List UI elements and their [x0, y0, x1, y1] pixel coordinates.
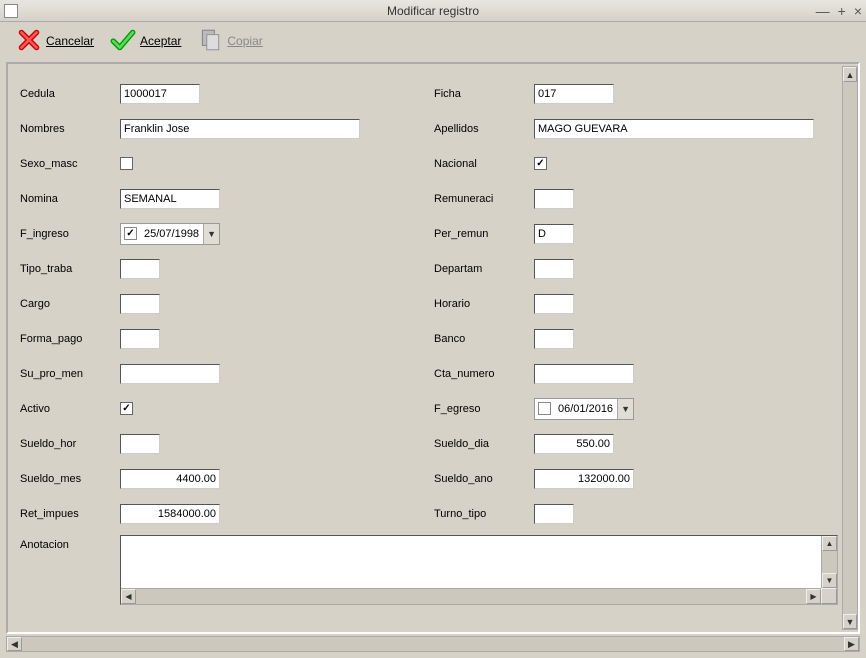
- activo-label: Activo: [20, 403, 120, 415]
- textarea-horizontal-scrollbar[interactable]: ◀ ▶: [121, 588, 837, 604]
- tipo-traba-input[interactable]: [120, 259, 160, 279]
- f-egreso-label: F_egreso: [434, 403, 534, 415]
- sueldo-ano-input[interactable]: [534, 469, 634, 489]
- apellidos-input[interactable]: [534, 119, 814, 139]
- cargo-input[interactable]: [120, 294, 160, 314]
- copy-icon: [197, 27, 223, 56]
- f-egreso-field[interactable]: 06/01/2016 ▼: [534, 398, 634, 420]
- su-pro-men-input[interactable]: [120, 364, 220, 384]
- scroll-down-icon[interactable]: ▼: [843, 614, 857, 629]
- textarea-vertical-scrollbar[interactable]: ▲ ▼: [821, 536, 837, 588]
- chevron-down-icon[interactable]: ▼: [203, 224, 219, 244]
- ficha-input[interactable]: [534, 84, 614, 104]
- forma-pago-input[interactable]: [120, 329, 160, 349]
- anotacion-textarea-wrap: ▲ ▼ ◀ ▶: [120, 535, 838, 605]
- copy-label: Copiar: [227, 34, 262, 48]
- horario-label: Horario: [434, 298, 534, 310]
- sueldo-ano-label: Sueldo_ano: [434, 473, 534, 485]
- close-button[interactable]: ×: [854, 3, 862, 19]
- panel-vertical-scrollbar[interactable]: ▲ ▼: [842, 66, 858, 630]
- anotacion-label: Anotacion: [20, 535, 120, 605]
- anotacion-textarea[interactable]: [122, 537, 820, 587]
- f-ingreso-label: F_ingreso: [20, 228, 120, 240]
- window-title: Modificar registro: [0, 4, 866, 18]
- nombres-label: Nombres: [20, 123, 120, 135]
- cargo-label: Cargo: [20, 298, 120, 310]
- scroll-track[interactable]: [22, 637, 844, 651]
- scroll-right-icon[interactable]: ▶: [806, 589, 821, 604]
- per-remun-input[interactable]: [534, 224, 574, 244]
- turno-tipo-input[interactable]: [534, 504, 574, 524]
- f-ingreso-enable-checkbox[interactable]: [124, 227, 137, 240]
- copy-button[interactable]: Copiar: [191, 25, 268, 58]
- ficha-label: Ficha: [434, 88, 534, 100]
- cta-numero-label: Cta_numero: [434, 368, 534, 380]
- toolbar: Cancelar Aceptar Copiar: [0, 22, 866, 60]
- turno-tipo-label: Turno_tipo: [434, 508, 534, 520]
- cancel-icon: [16, 27, 42, 56]
- cancel-button[interactable]: Cancelar: [10, 25, 100, 58]
- accept-icon: [110, 27, 136, 56]
- titlebar: Modificar registro — + ×: [0, 0, 866, 22]
- maximize-button[interactable]: +: [838, 3, 846, 19]
- form-panel: Cedula Nombres Sexo_masc Nomina F_ingres…: [6, 62, 860, 634]
- sueldo-mes-input[interactable]: [120, 469, 220, 489]
- accept-button[interactable]: Aceptar: [104, 25, 187, 58]
- su-pro-men-label: Su_pro_men: [20, 368, 120, 380]
- banco-input[interactable]: [534, 329, 574, 349]
- nomina-input[interactable]: [120, 189, 220, 209]
- scroll-left-icon[interactable]: ◀: [121, 589, 136, 604]
- panel-horizontal-scrollbar[interactable]: ◀ ▶: [6, 636, 860, 652]
- cta-numero-input[interactable]: [534, 364, 634, 384]
- sueldo-dia-label: Sueldo_dia: [434, 438, 534, 450]
- horario-input[interactable]: [534, 294, 574, 314]
- activo-checkbox[interactable]: [120, 402, 133, 415]
- accept-label: Aceptar: [140, 34, 181, 48]
- sexo-masc-label: Sexo_masc: [20, 158, 120, 170]
- banco-label: Banco: [434, 333, 534, 345]
- tipo-traba-label: Tipo_traba: [20, 263, 120, 275]
- app-icon: [4, 4, 18, 18]
- forma-pago-label: Forma_pago: [20, 333, 120, 345]
- chevron-down-icon[interactable]: ▼: [617, 399, 633, 419]
- nacional-checkbox[interactable]: [534, 157, 547, 170]
- ret-impues-label: Ret_impues: [20, 508, 120, 520]
- scroll-down-icon[interactable]: ▼: [822, 573, 837, 588]
- sexo-masc-checkbox[interactable]: [120, 157, 133, 170]
- sueldo-hor-input[interactable]: [120, 434, 160, 454]
- f-ingreso-value: 25/07/1998: [140, 228, 203, 240]
- f-ingreso-field[interactable]: 25/07/1998 ▼: [120, 223, 220, 245]
- ret-impues-input[interactable]: [120, 504, 220, 524]
- nomina-label: Nomina: [20, 193, 120, 205]
- f-egreso-enable-checkbox[interactable]: [538, 402, 551, 415]
- departam-input[interactable]: [534, 259, 574, 279]
- scroll-corner: [821, 588, 837, 604]
- nombres-input[interactable]: [120, 119, 360, 139]
- cedula-label: Cedula: [20, 88, 120, 100]
- sueldo-dia-input[interactable]: [534, 434, 614, 454]
- remuneraci-input[interactable]: [534, 189, 574, 209]
- remuneraci-label: Remuneraci: [434, 193, 534, 205]
- per-remun-label: Per_remun: [434, 228, 534, 240]
- scroll-up-icon[interactable]: ▲: [843, 67, 857, 82]
- departam-label: Departam: [434, 263, 534, 275]
- sueldo-hor-label: Sueldo_hor: [20, 438, 120, 450]
- sueldo-mes-label: Sueldo_mes: [20, 473, 120, 485]
- cancel-label: Cancelar: [46, 34, 94, 48]
- scroll-up-icon[interactable]: ▲: [822, 536, 837, 551]
- nacional-label: Nacional: [434, 158, 534, 170]
- f-egreso-value: 06/01/2016: [554, 403, 617, 415]
- minimize-button[interactable]: —: [816, 3, 830, 19]
- apellidos-label: Apellidos: [434, 123, 534, 135]
- scroll-right-icon[interactable]: ▶: [844, 637, 859, 651]
- scroll-left-icon[interactable]: ◀: [7, 637, 22, 651]
- cedula-input[interactable]: [120, 84, 200, 104]
